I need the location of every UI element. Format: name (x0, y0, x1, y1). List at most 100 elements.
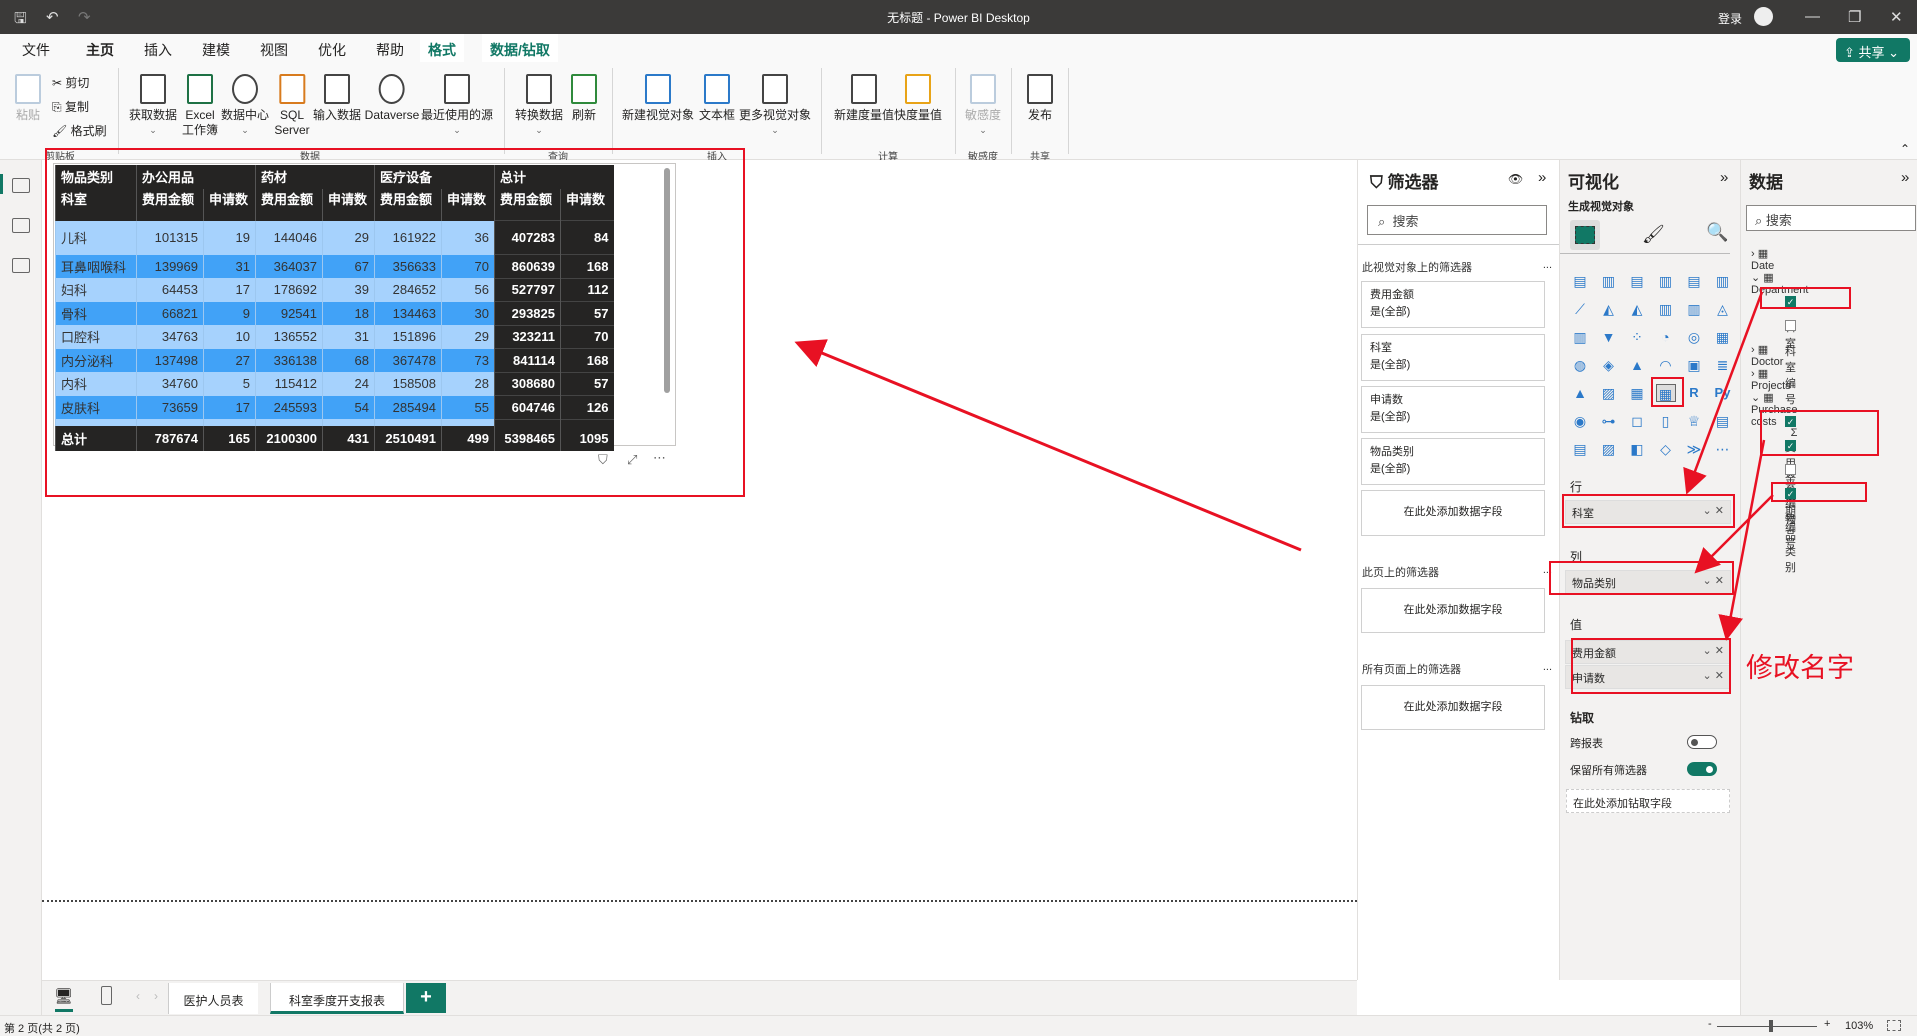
filled-map-icon[interactable]: ◈ (1599, 356, 1619, 374)
dataverse-button[interactable]: Dataverse (365, 74, 419, 123)
filter-card[interactable]: 物品类别 是(全部) (1361, 438, 1545, 485)
field-checkbox[interactable] (1785, 319, 1796, 331)
zoom-in-button[interactable]: + (1824, 1018, 1830, 1030)
add-page-filter-field[interactable]: 在此处添加数据字段 (1361, 588, 1545, 633)
100-column-icon[interactable]: ▥ (1713, 272, 1733, 290)
report-icon[interactable]: ▤ (1713, 412, 1733, 430)
login-link[interactable]: 登录 (1718, 10, 1742, 27)
publish-button[interactable]: 发布 (1027, 74, 1053, 123)
map-icon[interactable]: ◍ (1570, 356, 1590, 374)
new-measure-button[interactable]: 新建度量值 (834, 74, 894, 123)
excel-button[interactable]: Excel 工作簿 (182, 74, 218, 138)
filter-card[interactable]: 申请数 是(全部) (1361, 386, 1545, 433)
add-visual-filter-field[interactable]: 在此处添加数据字段 (1361, 490, 1545, 536)
filter-icon[interactable]: ⛉ (598, 452, 608, 468)
zoom-out-button[interactable]: - (1708, 1018, 1712, 1030)
refresh-button[interactable]: 刷新 (571, 74, 597, 123)
more-options-icon[interactable]: ⋯ (653, 450, 666, 466)
paste-button[interactable]: 粘贴 (15, 74, 41, 123)
add-page-button[interactable]: + (406, 983, 446, 1013)
field-checkbox[interactable] (1785, 463, 1796, 475)
new-visual-button[interactable]: 新建视觉对象 (622, 74, 694, 123)
ribbon-icon[interactable]: ◬ (1713, 300, 1733, 318)
more-visuals-button[interactable]: 更多视觉对象 ⌄ (739, 74, 811, 138)
stacked-column-icon[interactable]: ▥ (1599, 272, 1619, 290)
scatter-icon[interactable]: ⁘ (1627, 328, 1647, 346)
card-icon[interactable]: ▣ (1684, 356, 1704, 374)
copy-button[interactable]: ⎘ 复制 (52, 98, 89, 115)
multi-row-card-icon[interactable]: ≣ (1713, 356, 1733, 374)
recent-sources-button[interactable]: 最近使用的源 ⌄ (421, 74, 493, 138)
100-bar-icon[interactable]: ▤ (1684, 272, 1704, 290)
collapse-icon[interactable]: » (1538, 169, 1546, 186)
data-search-input[interactable]: ⌕ 搜索 (1746, 205, 1916, 231)
line-clustered-icon[interactable]: ▥ (1684, 300, 1704, 318)
report-view-icon[interactable] (12, 178, 30, 193)
stacked-bar-icon[interactable]: ▤ (1570, 272, 1590, 290)
data-hub-button[interactable]: 数据中心 ⌄ (221, 74, 269, 138)
stacked-area-icon[interactable]: ◭ (1627, 300, 1647, 318)
add-all-pages-filter-field[interactable]: 在此处添加数据字段 (1361, 685, 1545, 730)
cut-button[interactable]: ✂ 剪切 (52, 74, 89, 91)
minimize-icon[interactable]: — (1805, 8, 1820, 25)
power-automate-icon[interactable]: ≫ (1684, 440, 1704, 458)
transform-data-button[interactable]: 转换数据 ⌄ (515, 74, 563, 138)
zoom-slider[interactable] (1717, 1026, 1817, 1027)
analytics-icon[interactable]: 🔍 (1706, 222, 1728, 243)
smart-narrative-icon[interactable]: ▤ (1570, 440, 1590, 458)
kpi-icon[interactable]: ▲ (1570, 384, 1590, 402)
tab-home[interactable]: 主页 (78, 40, 122, 68)
gauge-icon[interactable]: ◠ (1656, 356, 1676, 374)
chevron-down-icon[interactable]: ⌄ (1751, 272, 1760, 284)
tab-file[interactable]: 文件 (14, 40, 58, 62)
goals-icon[interactable]: ♕ (1684, 412, 1704, 430)
line-icon[interactable]: ⟋ (1570, 300, 1590, 318)
power-apps-icon[interactable]: ◇ (1656, 440, 1676, 458)
python-visual-icon[interactable]: Py (1713, 384, 1733, 402)
build-visual-tab[interactable] (1570, 220, 1600, 250)
more-options-icon[interactable]: ... (1543, 259, 1552, 271)
table-node[interactable]: › ▦ Date (1751, 247, 1774, 272)
filters-search-input[interactable]: ⌕ 搜索 (1367, 205, 1547, 235)
mobile-layout-icon[interactable] (101, 986, 112, 1005)
line-column-icon[interactable]: ▥ (1656, 300, 1676, 318)
chevron-right-icon[interactable]: › (1751, 248, 1755, 260)
model-view-icon[interactable] (12, 258, 30, 273)
sensitivity-button[interactable]: 敏感度 ⌄ (965, 74, 1001, 138)
chevron-down-icon[interactable]: ⌄ (1751, 392, 1760, 404)
chevron-right-icon[interactable]: › (1751, 368, 1755, 380)
clustered-column-icon[interactable]: ▥ (1656, 272, 1676, 290)
cross-report-toggle[interactable] (1687, 735, 1717, 749)
tab-help[interactable]: 帮助 (368, 40, 412, 62)
clustered-bar-icon[interactable]: ▤ (1627, 272, 1647, 290)
tab-modeling[interactable]: 建模 (194, 40, 238, 62)
table-view-icon[interactable] (12, 218, 30, 233)
tab-optimize[interactable]: 优化 (310, 40, 354, 62)
arcgis-icon[interactable]: ◧ (1627, 440, 1647, 458)
format-painter-button[interactable]: 🖌 格式刷 (52, 122, 107, 139)
azure-map-icon[interactable]: ▲ (1627, 356, 1647, 374)
r-visual-icon[interactable]: R (1684, 384, 1704, 402)
more-options-icon[interactable]: ... (1543, 661, 1552, 673)
tab-view[interactable]: 视图 (252, 40, 296, 62)
quick-measure-button[interactable]: 快度量值 (894, 74, 942, 123)
sql-server-button[interactable]: SQL Server (274, 74, 310, 138)
next-page-icon[interactable]: › (154, 989, 158, 1003)
slicer-icon[interactable]: ▨ (1599, 384, 1619, 402)
get-data-button[interactable]: 获取数据 ⌄ (129, 74, 177, 138)
table-node[interactable]: › ▦ Projects (1751, 367, 1791, 392)
collapse-ribbon-icon[interactable]: ⌃ (1900, 142, 1910, 156)
tab-data-drill[interactable]: 数据/钻取 (482, 34, 558, 62)
keep-filters-toggle[interactable] (1687, 762, 1717, 776)
filter-card[interactable]: 费用金额 是(全部) (1361, 281, 1545, 328)
add-drill-field[interactable]: 在此处添加钻取字段 (1566, 789, 1730, 813)
fit-to-page-icon[interactable] (1887, 1020, 1901, 1031)
tab-format[interactable]: 格式 (420, 34, 464, 62)
filter-card-icon[interactable]: ▨ (1599, 440, 1619, 458)
format-visual-icon[interactable]: 🖌 (1642, 224, 1665, 245)
more-icon[interactable]: ⋯ (1713, 440, 1733, 458)
filter-card[interactable]: 科室 是(全部) (1361, 334, 1545, 381)
focus-mode-icon[interactable]: ⤢ (627, 452, 637, 468)
chevron-right-icon[interactable]: › (1751, 344, 1755, 356)
restore-icon[interactable]: ❐ (1848, 8, 1861, 26)
